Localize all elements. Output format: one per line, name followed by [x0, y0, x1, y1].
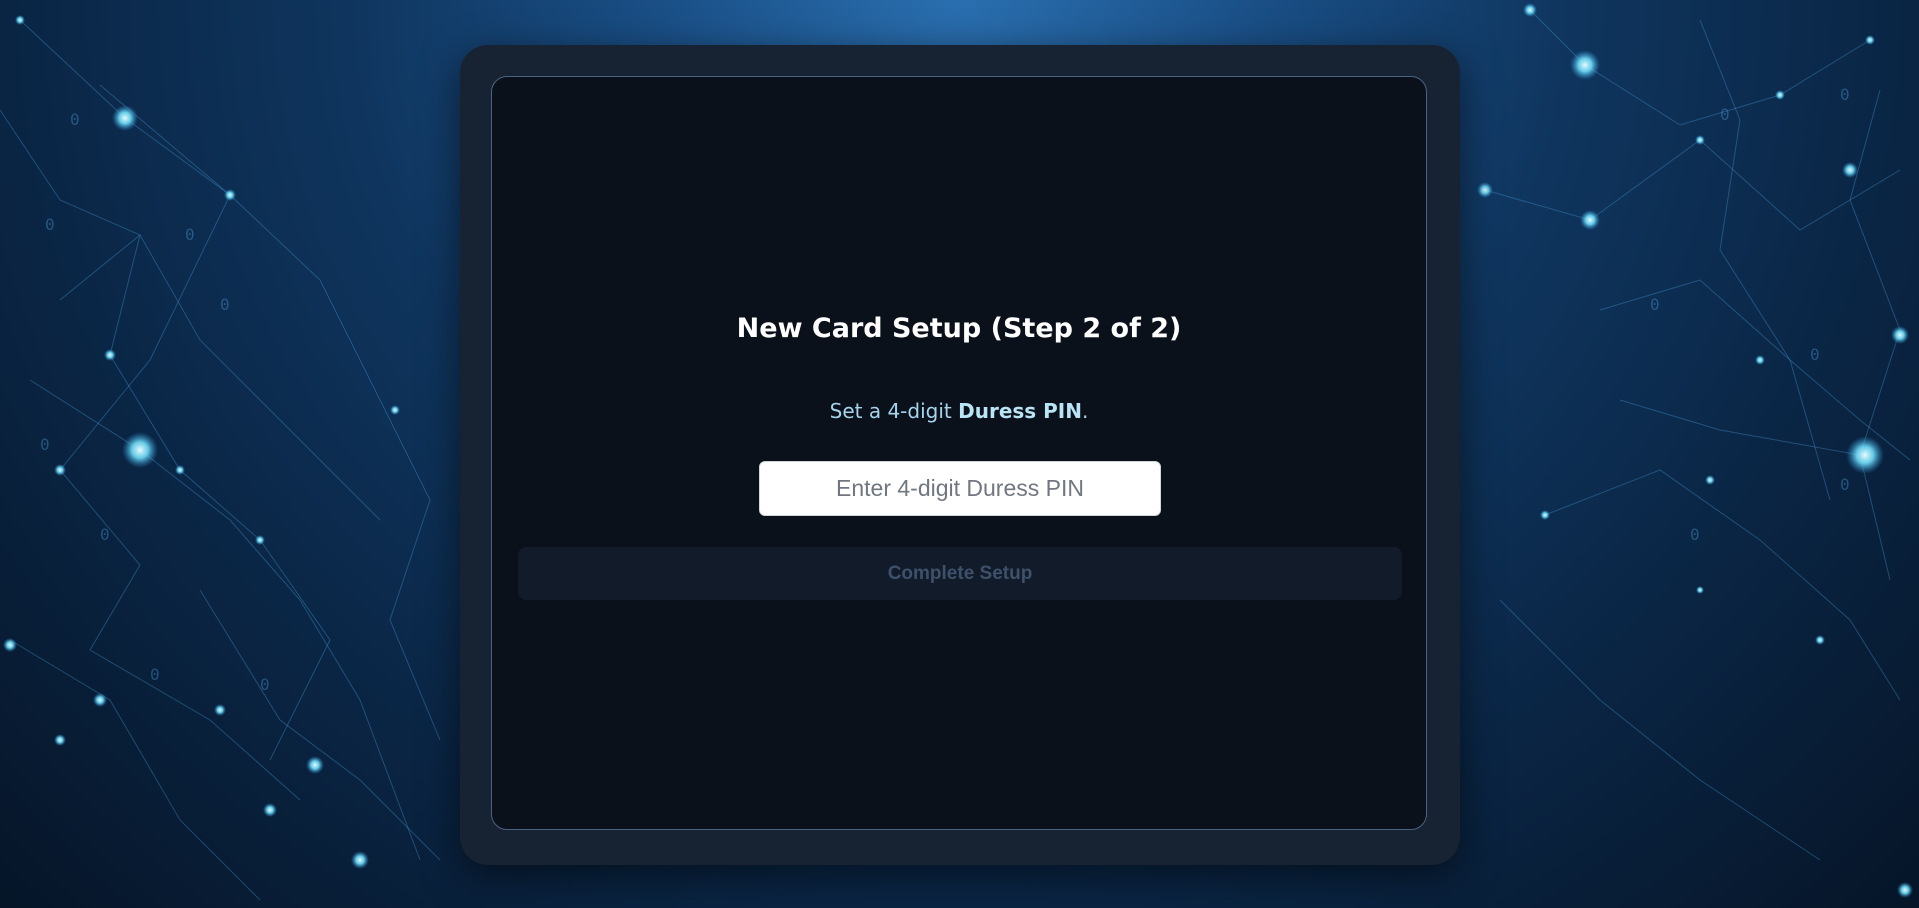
svg-text:0: 0	[40, 435, 50, 454]
instruction-prefix: Set a 4-digit	[829, 399, 959, 423]
instruction-emphasis: Duress PIN	[958, 399, 1082, 423]
svg-text:0: 0	[1720, 105, 1730, 124]
svg-text:0: 0	[260, 675, 270, 694]
setup-screen: New Card Setup (Step 2 of 2) Set a 4-dig…	[491, 76, 1427, 830]
duress-pin-input[interactable]	[759, 461, 1161, 516]
instruction-suffix: .	[1082, 399, 1089, 423]
svg-text:0: 0	[70, 110, 80, 129]
svg-text:0: 0	[185, 225, 195, 244]
svg-text:0: 0	[45, 215, 55, 234]
svg-text:0: 0	[1690, 525, 1700, 544]
page-title: New Card Setup (Step 2 of 2)	[736, 313, 1182, 344]
svg-text:0: 0	[1810, 345, 1820, 364]
svg-text:0: 0	[1650, 295, 1660, 314]
svg-text:0: 0	[1840, 475, 1850, 494]
svg-text:0: 0	[100, 525, 110, 544]
svg-text:0: 0	[150, 665, 160, 684]
complete-setup-button[interactable]: Complete Setup	[518, 547, 1402, 600]
instruction-text: Set a 4-digit Duress PIN.	[492, 399, 1426, 423]
card-setup-device: New Card Setup (Step 2 of 2) Set a 4-dig…	[460, 45, 1460, 865]
svg-text:0: 0	[1840, 85, 1850, 104]
svg-text:0: 0	[220, 295, 230, 314]
